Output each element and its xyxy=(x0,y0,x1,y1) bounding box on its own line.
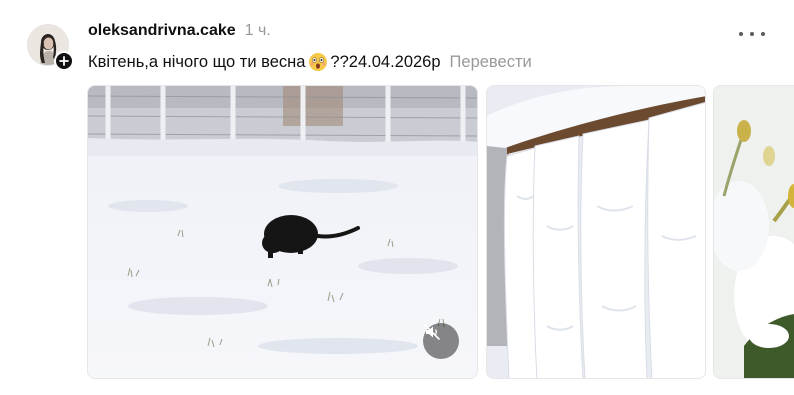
caption-text-part-2: ??24.04.2026р xyxy=(330,53,441,71)
astonished-face-emoji-icon xyxy=(309,53,328,71)
media-item-photo-3[interactable] xyxy=(713,85,794,379)
translate-link[interactable]: Перевести xyxy=(450,51,532,73)
avatar-container xyxy=(27,24,74,71)
post-timestamp[interactable]: 1 ч. xyxy=(245,22,271,40)
media-item-video[interactable] xyxy=(87,85,478,379)
plus-icon xyxy=(59,56,69,66)
caption-text-part-1: Квітень,а нічого що ти весна xyxy=(88,53,306,71)
post-header: oleksandrivna.cake 1 ч. xyxy=(88,22,271,44)
more-horizontal-icon-dot-1 xyxy=(739,32,743,36)
threads-post: oleksandrivna.cake 1 ч. Квітень,а нічого… xyxy=(0,0,794,395)
media-item-photo-2[interactable] xyxy=(486,85,706,379)
snowy-flower-photo xyxy=(714,86,794,378)
more-horizontal-icon-dot-3 xyxy=(761,32,765,36)
more-horizontal-icon-dot-2 xyxy=(750,32,754,36)
follow-button[interactable] xyxy=(54,51,74,71)
post-caption: Квітень,а нічого що ти весна ??24.04.202… xyxy=(88,51,532,73)
speaker-muted-icon xyxy=(424,324,440,340)
snowy-fence-photo xyxy=(487,86,705,378)
mute-toggle-button[interactable] xyxy=(423,323,459,359)
snowy-yard-photo xyxy=(88,86,477,378)
username-link[interactable]: oleksandrivna.cake xyxy=(88,22,236,40)
more-options-button[interactable] xyxy=(737,24,767,44)
